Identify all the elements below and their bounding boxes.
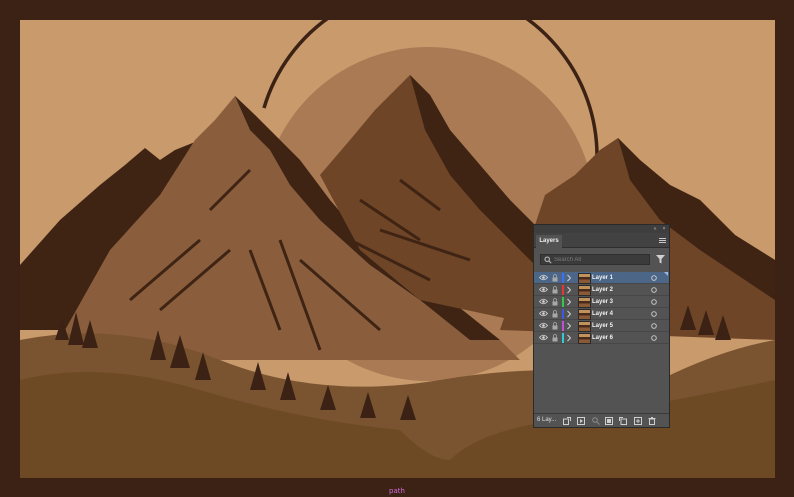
lock-icon[interactable] [552, 334, 558, 342]
selection-indicator [664, 272, 668, 276]
layer-thumbnail [578, 297, 591, 308]
layer-row[interactable]: Layer 2 [534, 284, 669, 296]
target-circle-icon[interactable] [651, 287, 657, 293]
chevron-right-icon[interactable] [566, 310, 572, 318]
layer-color-tab [562, 321, 564, 331]
layer-color-tab [562, 273, 564, 283]
lock-icon[interactable] [552, 286, 558, 294]
layer-row[interactable]: Layer 5 [534, 320, 669, 332]
lock-icon[interactable] [552, 298, 558, 306]
layer-color-tab [562, 285, 564, 295]
chevron-right-icon[interactable] [566, 298, 572, 306]
export-to-screens-icon[interactable] [563, 417, 571, 425]
layer-name[interactable]: Layer 6 [592, 332, 613, 344]
panel-bottom-bar: 6 Lay... [534, 413, 669, 427]
tab-layers[interactable]: Layers [536, 235, 562, 248]
new-layer-icon[interactable] [634, 417, 642, 425]
layer-name[interactable]: Layer 5 [592, 320, 613, 332]
artboard[interactable] [0, 0, 794, 497]
layer-row[interactable]: Layer 6 [534, 332, 669, 344]
layer-list: Layer 1 Layer 2 Layer 3 Layer 4 Layer 5 Layer… [534, 272, 669, 344]
layer-thumbnail [578, 309, 591, 320]
target-circle-icon[interactable] [651, 299, 657, 305]
chevron-right-icon[interactable] [566, 274, 572, 282]
eye-icon[interactable] [539, 310, 548, 317]
chevron-right-icon[interactable] [566, 322, 572, 330]
close-panel-icon[interactable]: × [660, 225, 668, 233]
eye-icon[interactable] [539, 286, 548, 293]
collapse-panel-icon[interactable]: « [651, 225, 659, 233]
panel-title-bar[interactable]: « × [534, 225, 669, 233]
search-input[interactable] [554, 255, 646, 264]
layer-count: 6 Lay... [537, 417, 557, 423]
target-circle-icon[interactable] [651, 323, 657, 329]
layer-name[interactable]: Layer 1 [592, 272, 613, 284]
layer-name[interactable]: Layer 3 [592, 296, 613, 308]
new-sublayer-icon[interactable] [619, 417, 627, 425]
lock-icon[interactable] [552, 274, 558, 282]
layer-color-tab [562, 309, 564, 319]
make-clipping-mask-icon[interactable] [605, 417, 613, 425]
lock-icon[interactable] [552, 322, 558, 330]
search-layer-icon[interactable] [592, 417, 600, 425]
target-circle-icon[interactable] [651, 311, 657, 317]
layer-thumbnail [578, 333, 591, 344]
layer-row[interactable]: Layer 4 [534, 308, 669, 320]
panel-tab-bar: Layers [534, 233, 669, 248]
layer-row[interactable]: Layer 3 [534, 296, 669, 308]
layer-color-tab [562, 297, 564, 307]
lock-icon[interactable] [552, 310, 558, 318]
delete-layer-icon[interactable] [648, 417, 656, 425]
layer-search-box[interactable] [540, 254, 650, 265]
layer-thumbnail [578, 285, 591, 296]
eye-icon[interactable] [539, 334, 548, 341]
eye-icon[interactable] [539, 274, 548, 281]
target-circle-icon[interactable] [651, 275, 657, 281]
layers-panel[interactable]: « × Layers Layer 1Layer 2Layer 3Layer 4L… [533, 224, 670, 428]
chevron-right-icon[interactable] [566, 334, 572, 342]
layer-row[interactable]: Layer 1 [534, 272, 669, 284]
panel-menu-icon[interactable] [659, 237, 666, 244]
layer-color-tab [562, 333, 564, 343]
target-circle-icon[interactable] [651, 335, 657, 341]
layer-name[interactable]: Layer 2 [592, 284, 613, 296]
search-icon [544, 256, 552, 264]
layer-thumbnail [578, 321, 591, 332]
layer-thumbnail [578, 273, 591, 284]
eye-icon[interactable] [539, 298, 548, 305]
chevron-right-icon[interactable] [566, 286, 572, 294]
eye-icon[interactable] [539, 322, 548, 329]
filter-icon[interactable] [656, 255, 665, 264]
status-selection-type: path [389, 487, 405, 495]
locate-object-icon[interactable] [577, 417, 585, 425]
layer-name[interactable]: Layer 4 [592, 308, 613, 320]
